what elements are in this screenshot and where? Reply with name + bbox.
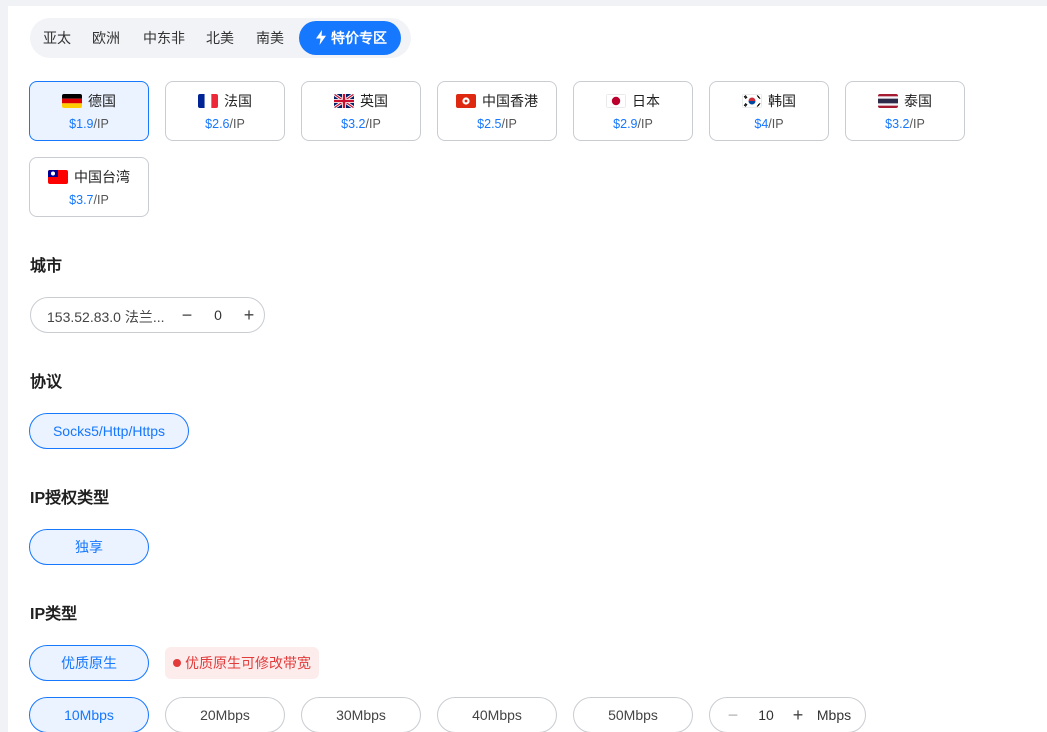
country-card-thailand[interactable]: 泰国 $3.2/IP — [845, 81, 965, 141]
price-unit: /IP — [365, 117, 381, 131]
ip-type-section-title: IP类型 — [30, 606, 78, 623]
price-unit: /IP — [637, 117, 653, 131]
city-section-title: 城市 — [30, 258, 63, 275]
country-price: $2.6 — [205, 117, 230, 131]
ip-type-option-premium-native[interactable]: 优质原生 — [29, 645, 149, 681]
country-price: $3.2 — [885, 117, 910, 131]
country-name: 中国香港 — [482, 93, 538, 109]
bandwidth-option-20[interactable]: 20Mbps — [165, 697, 285, 732]
tab-special-offers[interactable]: 特价专区 — [299, 21, 401, 55]
bandwidth-decrement-button[interactable]: − — [722, 704, 744, 726]
france-flag-icon — [198, 94, 218, 108]
bandwidth-increment-button[interactable]: + — [787, 704, 809, 726]
city-quantity-value[interactable]: 0 — [208, 307, 228, 323]
country-name: 法国 — [224, 93, 252, 109]
country-price: $3.7 — [69, 193, 94, 207]
price-unit: /IP — [909, 117, 925, 131]
tab-europe[interactable]: 欧洲 — [92, 18, 120, 58]
city-decrement-button[interactable]: − — [176, 304, 198, 326]
protocol-section-title: 协议 — [30, 374, 63, 391]
country-card-japan[interactable]: 日本 $2.9/IP — [573, 81, 693, 141]
protocol-option-socks5-http-https[interactable]: Socks5/Http/Https — [29, 413, 189, 449]
bandwidth-option-10[interactable]: 10Mbps — [29, 697, 149, 732]
country-price: $4 — [754, 117, 769, 131]
bolt-icon — [316, 30, 326, 45]
auth-option-exclusive[interactable]: 独享 — [29, 529, 149, 565]
auth-type-section-title: IP授权类型 — [30, 490, 110, 507]
country-price: $3.2 — [341, 117, 366, 131]
germany-flag-icon — [62, 94, 82, 108]
taiwan-flag-icon — [48, 170, 68, 184]
country-name: 日本 — [632, 93, 660, 109]
country-card-hongkong[interactable]: 中国香港 $2.5/IP — [437, 81, 557, 141]
price-unit: /IP — [93, 193, 109, 207]
country-price: $2.5 — [477, 117, 502, 131]
tab-special-label: 特价专区 — [331, 30, 387, 46]
bandwidth-notice-text: 优质原生可修改带宽 — [185, 655, 311, 671]
uk-flag-icon — [334, 94, 354, 108]
country-name: 德国 — [88, 93, 116, 109]
country-name: 中国台湾 — [74, 169, 130, 185]
country-card-korea[interactable]: 韩国 $4/IP — [709, 81, 829, 141]
tab-south-america[interactable]: 南美 — [256, 18, 284, 58]
country-name: 英国 — [360, 93, 388, 109]
country-card-uk[interactable]: 英国 $3.2/IP — [301, 81, 421, 141]
bandwidth-unit-label: Mbps — [816, 707, 852, 723]
bandwidth-custom-value[interactable]: 10 — [756, 707, 776, 723]
price-unit: /IP — [93, 117, 109, 131]
price-unit: /IP — [229, 117, 245, 131]
alert-dot-icon — [173, 659, 181, 667]
country-price: $2.9 — [613, 117, 638, 131]
country-name: 泰国 — [904, 93, 932, 109]
region-tabs: 亚太 欧洲 中东非 北美 南美 特价专区 — [30, 18, 411, 58]
bandwidth-notice-badge: 优质原生可修改带宽 — [165, 647, 319, 679]
country-card-taiwan[interactable]: 中国台湾 $3.7/IP — [29, 157, 149, 217]
japan-flag-icon — [606, 94, 626, 108]
bandwidth-custom-stepper: − 10 + Mbps — [709, 697, 866, 732]
city-selector: 153.52.83.0 法兰... − 0 + — [30, 297, 265, 333]
price-unit: /IP — [768, 117, 784, 131]
tab-north-america[interactable]: 北美 — [206, 18, 234, 58]
thailand-flag-icon — [878, 94, 898, 108]
country-card-germany[interactable]: 德国 $1.9/IP — [29, 81, 149, 141]
country-price: $1.9 — [69, 117, 94, 131]
bandwidth-option-40[interactable]: 40Mbps — [437, 697, 557, 732]
korea-flag-icon — [742, 94, 762, 108]
price-unit: /IP — [501, 117, 517, 131]
tab-asia-pacific[interactable]: 亚太 — [43, 18, 71, 58]
bandwidth-option-30[interactable]: 30Mbps — [301, 697, 421, 732]
bandwidth-option-50[interactable]: 50Mbps — [573, 697, 693, 732]
city-increment-button[interactable]: + — [238, 304, 260, 326]
country-card-france[interactable]: 法国 $2.6/IP — [165, 81, 285, 141]
hongkong-flag-icon — [456, 94, 476, 108]
country-name: 韩国 — [768, 93, 796, 109]
tab-middle-east-africa[interactable]: 中东非 — [143, 18, 185, 58]
city-select[interactable]: 153.52.83.0 法兰... — [47, 307, 165, 327]
